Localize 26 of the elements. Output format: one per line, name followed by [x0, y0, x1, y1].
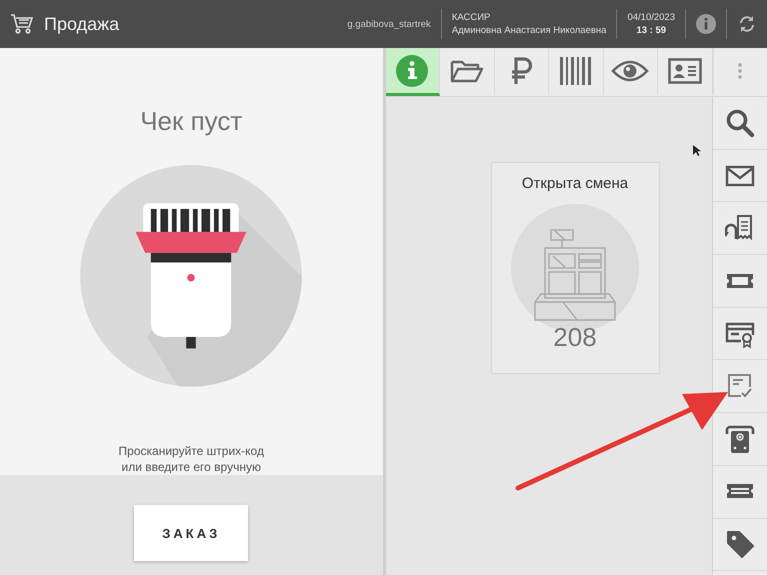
role-label: КАССИР: [452, 12, 492, 23]
shift-number: 208: [553, 322, 597, 353]
cashier-name: Админовна Анастасия Николаевна: [452, 25, 606, 36]
login-name: g.gabibova_startrek: [347, 18, 431, 30]
payment-terminal-icon: [725, 424, 755, 454]
tab[interactable]: [386, 48, 440, 96]
tag-icon: [725, 529, 755, 560]
shift-status: Открыта смена: [522, 175, 628, 192]
screen-title: Продажа: [44, 14, 120, 34]
empty-receipt-title: Чек пуст: [140, 106, 242, 137]
search-icon: [725, 108, 755, 138]
date-text: 04/10/2023: [627, 12, 675, 23]
info-icon[interactable]: [696, 14, 716, 34]
order-button[interactable]: ЗАКАЗ: [134, 505, 248, 561]
barcode-icon: [558, 56, 593, 84]
cart-icon: [10, 13, 34, 35]
ruble-icon: [509, 56, 534, 84]
eye-icon: [611, 58, 650, 82]
refresh-icon[interactable]: [737, 14, 757, 34]
more-icon: [738, 62, 742, 78]
info-icon: [396, 54, 428, 86]
id-card-icon: [668, 58, 702, 84]
mouse-cursor-icon: [693, 145, 701, 157]
shift-card[interactable]: Открыта смена 208: [490, 162, 660, 374]
time-text: 13 : 59: [636, 25, 666, 36]
scan-hint: Просканируйте штрих-код или введите его вручную: [118, 442, 264, 475]
